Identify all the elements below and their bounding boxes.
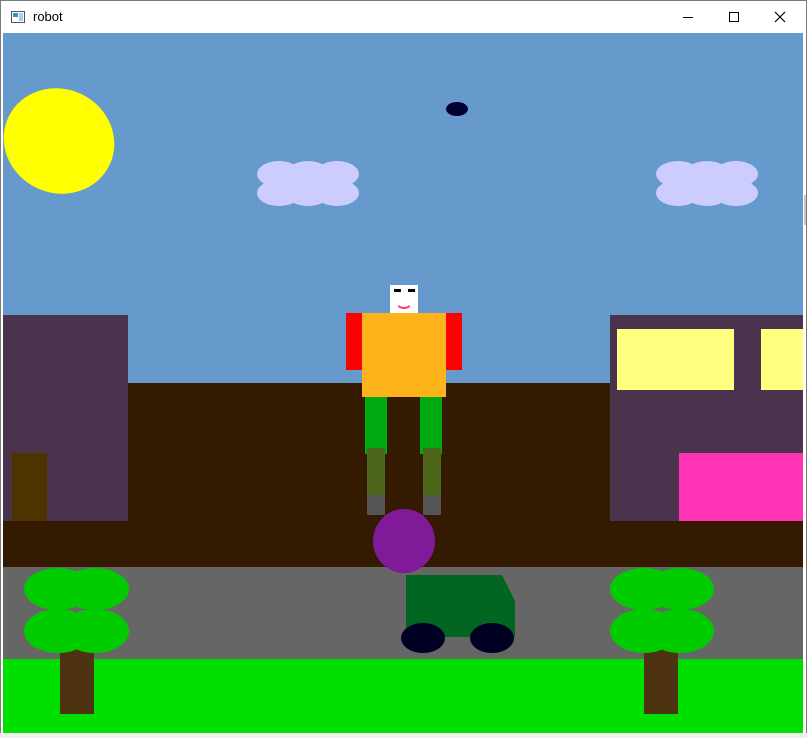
robot-shin-left bbox=[367, 448, 385, 495]
robot-thigh-right bbox=[420, 397, 442, 454]
grass bbox=[3, 659, 803, 734]
robot-foot-right bbox=[423, 495, 441, 515]
maximize-icon bbox=[729, 12, 739, 22]
robot-arm-right bbox=[445, 313, 462, 370]
close-icon bbox=[774, 11, 786, 23]
building-right-window-1 bbox=[617, 329, 734, 390]
building-left-door bbox=[12, 453, 47, 521]
cloud-right bbox=[656, 161, 758, 206]
maximize-button[interactable] bbox=[711, 1, 757, 33]
minimize-icon bbox=[683, 17, 693, 18]
window-title: robot bbox=[33, 9, 63, 24]
app-window: robot bbox=[0, 0, 807, 738]
robot-thigh-left bbox=[365, 397, 387, 454]
scene-canvas bbox=[3, 33, 803, 734]
robot-shin-right bbox=[423, 448, 441, 495]
close-button[interactable] bbox=[757, 1, 803, 33]
cloud-left bbox=[257, 161, 359, 206]
building-right-pink-panel bbox=[679, 453, 803, 521]
ball bbox=[373, 509, 435, 573]
minimize-button[interactable] bbox=[665, 1, 711, 33]
title-bar[interactable]: robot bbox=[1, 1, 806, 33]
app-icon bbox=[11, 11, 25, 23]
robot-body bbox=[362, 313, 446, 397]
window-bottom-edge bbox=[0, 733, 807, 738]
robot-arm-left bbox=[346, 313, 363, 370]
robot-foot-left bbox=[367, 495, 385, 515]
building-right-window-2 bbox=[761, 329, 803, 390]
robot-eye-left bbox=[394, 289, 401, 292]
robot-eye-right bbox=[408, 289, 415, 292]
bird bbox=[446, 102, 468, 116]
